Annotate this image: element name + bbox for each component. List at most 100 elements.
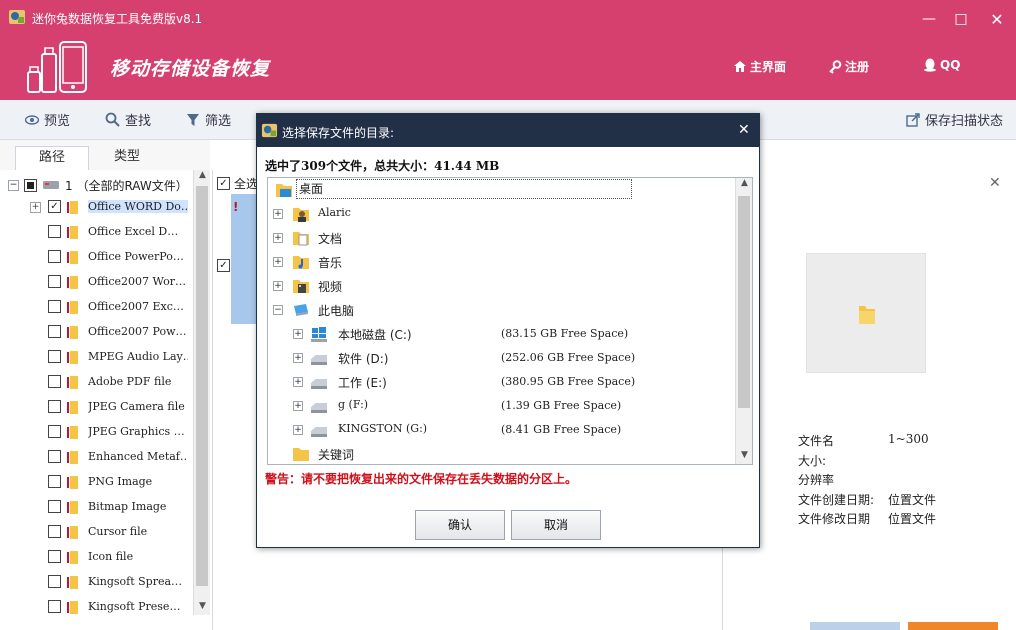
tree-item-checkbox[interactable] xyxy=(48,300,61,313)
total-size: 41.44 MB xyxy=(434,159,500,173)
expand-icon[interactable]: + xyxy=(30,202,41,213)
tree-item-checkbox[interactable] xyxy=(48,350,61,363)
scroll-thumb[interactable] xyxy=(196,186,208,586)
tree-scrollbar[interactable]: ▲ ▼ xyxy=(193,170,210,615)
nav-main-link[interactable]: 主界面 xyxy=(733,58,786,75)
tree-item[interactable]: Kingsoft Prese… xyxy=(0,595,193,620)
tree-item[interactable]: Bitmap Image xyxy=(0,495,193,520)
maximize-button[interactable]: □ xyxy=(946,6,976,32)
dir-drive-d[interactable]: + 软件 (D:) (252.06 GB Free Space) xyxy=(268,346,738,370)
file-warning-icon xyxy=(67,576,78,589)
root-checkbox[interactable] xyxy=(24,178,37,192)
expand-icon[interactable]: + xyxy=(293,377,303,387)
tree-item-checkbox[interactable] xyxy=(48,575,61,588)
tree-item-checkbox[interactable] xyxy=(48,225,61,238)
tree-item[interactable]: Adobe PDF file xyxy=(0,370,193,395)
details-close-button[interactable]: ✕ xyxy=(989,175,1001,191)
expand-icon[interactable]: + xyxy=(273,281,283,291)
dir-keyword-label: 关键词 xyxy=(318,448,355,462)
dir-desktop[interactable]: 桌面 xyxy=(268,178,738,202)
expand-icon[interactable]: + xyxy=(293,425,303,435)
app-logo-icon xyxy=(9,10,25,24)
cancel-button[interactable]: 取消 xyxy=(511,510,601,540)
scroll-down-icon[interactable]: ▼ xyxy=(736,450,752,464)
save-scan-button[interactable]: 保存扫描状态 xyxy=(906,110,1003,129)
filter-button[interactable]: 筛选 xyxy=(186,110,231,129)
dir-keyword[interactable]: 关键词 xyxy=(268,442,738,464)
user-folder-icon xyxy=(293,208,309,222)
nav-register-link[interactable]: 注册 xyxy=(828,58,869,75)
confirm-button[interactable]: 确认 xyxy=(415,510,505,540)
expand-icon[interactable]: + xyxy=(293,353,303,363)
dir-drive-g[interactable]: + KINGSTON (G:) (8.41 GB Free Space) xyxy=(268,418,738,442)
scroll-up-icon[interactable]: ▲ xyxy=(736,178,752,192)
tree-item-checkbox[interactable] xyxy=(48,400,61,413)
select-all-checkbox[interactable]: ✓ xyxy=(217,177,230,190)
dialog-close-button[interactable]: ✕ xyxy=(738,122,750,138)
expand-icon[interactable]: + xyxy=(293,329,303,339)
expand-icon[interactable]: + xyxy=(273,233,283,243)
tree-item[interactable]: Icon file xyxy=(0,545,193,570)
tree-item[interactable]: + ✓ Office WORD Do… xyxy=(0,195,193,220)
bottom-recover-button[interactable] xyxy=(908,622,998,630)
tree-item[interactable]: Cursor file xyxy=(0,520,193,545)
tree-root[interactable]: − 1 （全部的RAW文件） xyxy=(8,175,193,195)
dir-alaric[interactable]: + Alaric xyxy=(268,202,738,226)
collapse-icon[interactable]: − xyxy=(8,179,19,191)
select-all[interactable]: ✓ 全选 xyxy=(217,175,258,192)
tree-item-checkbox[interactable] xyxy=(48,250,61,263)
scroll-up-icon[interactable]: ▲ xyxy=(194,170,211,184)
dialog-titlebar[interactable]: 选择保存文件的目录: ✕ xyxy=(257,114,759,147)
tab-type[interactable]: 类型 xyxy=(90,146,164,170)
collapse-icon[interactable]: − xyxy=(273,305,283,315)
tree-item-checkbox[interactable] xyxy=(48,475,61,488)
expand-icon[interactable]: + xyxy=(293,401,303,411)
tree-item-checkbox[interactable] xyxy=(48,325,61,338)
tree-item-checkbox[interactable] xyxy=(48,450,61,463)
tree-item[interactable]: PNG Image xyxy=(0,470,193,495)
dir-music[interactable]: + 音乐 xyxy=(268,250,738,274)
file-warning-icon xyxy=(67,551,78,564)
scroll-thumb[interactable] xyxy=(738,196,750,408)
tab-path[interactable]: 路径 xyxy=(15,146,89,170)
tree-item[interactable]: Office Excel D… xyxy=(0,220,193,245)
dir-drive-e[interactable]: + 工作 (E:) (380.95 GB Free Space) xyxy=(268,370,738,394)
expand-icon[interactable]: + xyxy=(273,209,283,219)
directory-scrollbar[interactable]: ▲ ▼ xyxy=(735,178,752,464)
dir-documents[interactable]: + 文档 xyxy=(268,226,738,250)
tree-item[interactable]: Kingsoft Sprea… xyxy=(0,570,193,595)
file-preview xyxy=(806,253,926,373)
minimize-button[interactable]: — xyxy=(914,6,944,32)
find-button[interactable]: 查找 xyxy=(105,110,151,129)
tree-item[interactable]: JPEG Camera file xyxy=(0,395,193,420)
tree-item-checkbox[interactable] xyxy=(48,550,61,563)
tree-item[interactable]: MPEG Audio Lay… xyxy=(0,345,193,370)
bottom-secondary-button[interactable] xyxy=(810,622,900,630)
tree-item-checkbox[interactable] xyxy=(48,600,61,613)
scroll-down-icon[interactable]: ▼ xyxy=(194,601,211,615)
nav-qq-link[interactable]: QQ xyxy=(923,58,960,72)
tree-item-checkbox[interactable] xyxy=(48,525,61,538)
tree-item[interactable]: Enhanced Metaf… xyxy=(0,445,193,470)
tree-item[interactable]: JPEG Graphics … xyxy=(0,420,193,445)
tree-item[interactable]: Office2007 Wor… xyxy=(0,270,193,295)
preview-button[interactable]: 预览 xyxy=(25,110,70,129)
dir-this-pc[interactable]: − 此电脑 xyxy=(268,298,738,322)
warning-mark: ! xyxy=(233,200,239,214)
tree-item[interactable]: Office2007 Pow… xyxy=(0,320,193,345)
file-checkbox[interactable]: ✓ xyxy=(217,259,230,272)
close-button[interactable]: ✕ xyxy=(982,6,1012,32)
dir-drive-f[interactable]: + g (F:) (1.39 GB Free Space) xyxy=(268,394,738,418)
tree-item-checkbox[interactable] xyxy=(48,375,61,388)
tree-item[interactable]: Office PowerPo… xyxy=(0,245,193,270)
tree-item-checkbox[interactable] xyxy=(48,500,61,513)
expand-icon[interactable]: + xyxy=(273,257,283,267)
tree-item-checkbox[interactable] xyxy=(48,275,61,288)
tree-item[interactable]: Office2007 Exc… xyxy=(0,295,193,320)
tree-item-label: PNG Image xyxy=(88,475,153,488)
tree-item-checkbox[interactable] xyxy=(48,425,61,438)
tree-item-checkbox[interactable]: ✓ xyxy=(48,200,61,213)
dir-videos[interactable]: + 视频 xyxy=(268,274,738,298)
dir-drive-c[interactable]: + 本地磁盘 (C:) (83.15 GB Free Space) xyxy=(268,322,738,346)
search-icon xyxy=(105,112,120,127)
